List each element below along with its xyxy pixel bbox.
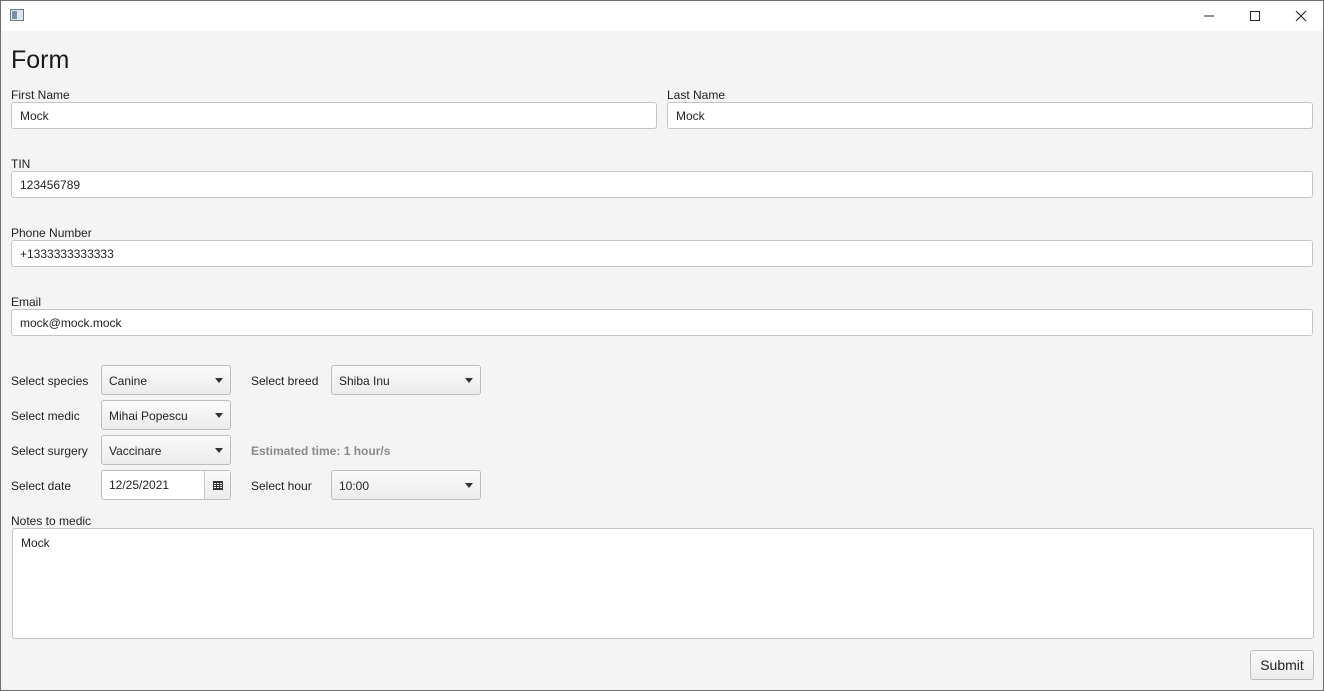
chevron-down-icon: [215, 413, 223, 418]
close-icon: [1295, 10, 1307, 22]
app-window: Form First Name Last Name TIN Phone Numb…: [0, 0, 1324, 691]
submit-button[interactable]: Submit: [1250, 650, 1314, 680]
date-label: Select date: [11, 479, 72, 493]
email-label: Email: [11, 295, 42, 309]
date-picker: [101, 470, 231, 500]
phone-number-field[interactable]: [11, 240, 1313, 267]
breed-label: Select breed: [251, 374, 319, 388]
email-field[interactable]: [11, 309, 1313, 336]
medic-value: Mihai Popescu: [109, 409, 188, 423]
last-name-field[interactable]: [667, 102, 1313, 129]
notes-textarea[interactable]: Mock: [12, 528, 1314, 639]
minimize-button[interactable]: [1186, 1, 1232, 31]
species-select[interactable]: Canine: [101, 365, 231, 395]
breed-value: Shiba Inu: [339, 374, 390, 388]
notes-label: Notes to medic: [11, 514, 92, 528]
hour-value: 10:00: [339, 479, 370, 493]
tin-label: TIN: [11, 157, 31, 171]
last-name-label: Last Name: [667, 88, 726, 102]
hour-label: Select hour: [251, 479, 312, 493]
minimize-icon: [1204, 15, 1214, 17]
title-bar[interactable]: [1, 1, 1323, 31]
chevron-down-icon: [465, 378, 473, 383]
breed-select[interactable]: Shiba Inu: [331, 365, 481, 395]
species-value: Canine: [109, 374, 148, 388]
medic-select[interactable]: Mihai Popescu: [101, 400, 231, 430]
maximize-icon: [1250, 11, 1260, 21]
surgery-label: Select surgery: [11, 444, 88, 458]
maximize-button[interactable]: [1232, 1, 1278, 31]
surgery-select[interactable]: Vaccinare: [101, 435, 231, 465]
calendar-icon: [212, 480, 223, 490]
estimated-time-text: Estimated time: 1 hour/s: [251, 444, 391, 458]
app-icon: [10, 9, 24, 21]
chevron-down-icon: [215, 378, 223, 383]
calendar-button[interactable]: [204, 471, 230, 499]
first-name-field[interactable]: [11, 102, 657, 129]
phone-number-label: Phone Number: [11, 226, 92, 240]
close-button[interactable]: [1278, 1, 1324, 31]
chevron-down-icon: [465, 483, 473, 488]
chevron-down-icon: [215, 448, 223, 453]
tin-field[interactable]: [11, 171, 1313, 198]
page-title: Form: [11, 46, 70, 74]
species-label: Select species: [11, 374, 89, 388]
date-input[interactable]: [102, 471, 205, 499]
first-name-label: First Name: [11, 88, 70, 102]
hour-select[interactable]: 10:00: [331, 470, 481, 500]
medic-label: Select medic: [11, 409, 80, 423]
surgery-value: Vaccinare: [109, 444, 162, 458]
